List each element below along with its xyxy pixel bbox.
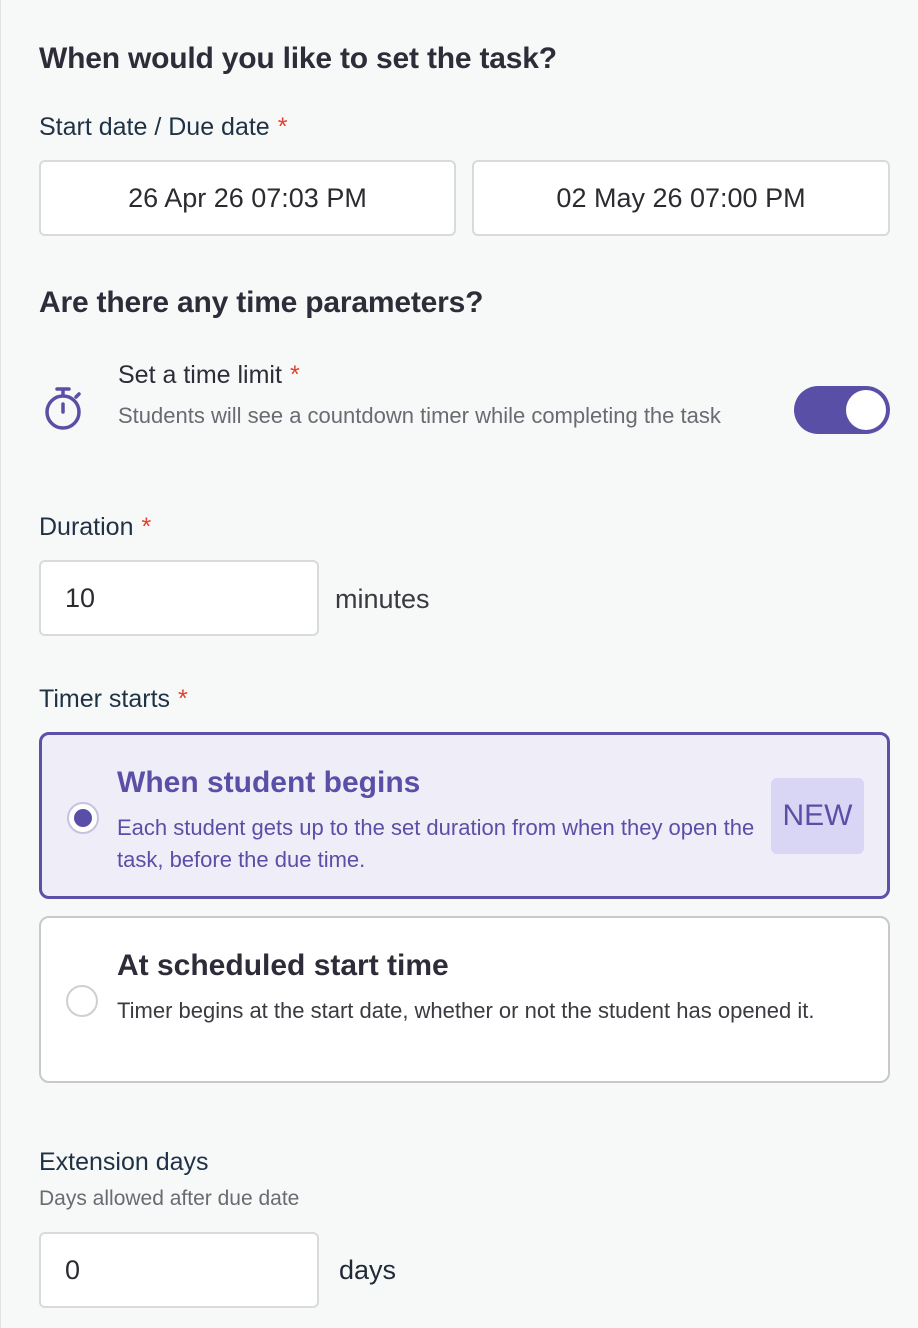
radio-dot [74, 809, 92, 827]
duration-unit: minutes [335, 584, 430, 614]
option-description: Each student gets up to the set duration… [117, 815, 755, 872]
radio-scheduled-start[interactable] [66, 985, 98, 1017]
start-due-date-label: Start date / Due date * [39, 113, 287, 142]
extension-days-input[interactable]: 0 [39, 1232, 319, 1308]
duration-input[interactable]: 10 [39, 560, 319, 636]
time-limit-description: Students will see a countdown timer whil… [118, 403, 721, 428]
option-description: Timer begins at the start date, whether … [117, 998, 815, 1023]
extension-days-label: Extension days [39, 1148, 209, 1176]
required-mark: * [178, 685, 188, 713]
option-title: At scheduled start time [117, 949, 449, 982]
duration-value: 10 [65, 582, 96, 613]
required-mark: * [141, 513, 152, 541]
timer-option-student-begins[interactable]: When student begins Each student gets up… [39, 732, 890, 899]
extension-days-hint: Days allowed after due date [39, 1187, 300, 1210]
time-parameters-heading: Are there any time parameters? [39, 286, 484, 319]
stopwatch-icon [43, 386, 83, 432]
required-mark: * [289, 361, 300, 389]
time-limit-title-text: Set a time limit [118, 361, 282, 389]
duration-label-text: Duration [39, 513, 134, 541]
due-date-value: 02 May 26 07:00 PM [556, 182, 806, 213]
required-mark: * [277, 113, 288, 141]
time-limit-toggle[interactable] [794, 386, 890, 434]
schedule-heading: When would you like to set the task? [39, 42, 557, 75]
task-settings-panel: When would you like to set the task? Sta… [0, 0, 918, 1328]
extension-days-value: 0 [65, 1254, 81, 1285]
start-date-value: 26 Apr 26 07:03 PM [128, 182, 367, 213]
due-date-field[interactable]: 02 May 26 07:00 PM [472, 160, 890, 236]
option-title: When student begins [117, 766, 421, 799]
extension-days-unit: days [339, 1255, 397, 1285]
radio-student-begins[interactable] [67, 802, 99, 834]
start-due-date-label-text: Start date / Due date [39, 113, 270, 141]
timer-starts-label: Timer starts * [39, 685, 188, 714]
timer-starts-label-text: Timer starts [39, 685, 171, 713]
timer-option-scheduled-start[interactable]: At scheduled start time Timer begins at … [39, 916, 890, 1083]
duration-label: Duration * [39, 513, 151, 542]
time-limit-title: Set a time limit * [118, 361, 300, 390]
new-badge: NEW [771, 778, 864, 854]
start-date-field[interactable]: 26 Apr 26 07:03 PM [39, 160, 456, 236]
toggle-knob [846, 390, 886, 430]
